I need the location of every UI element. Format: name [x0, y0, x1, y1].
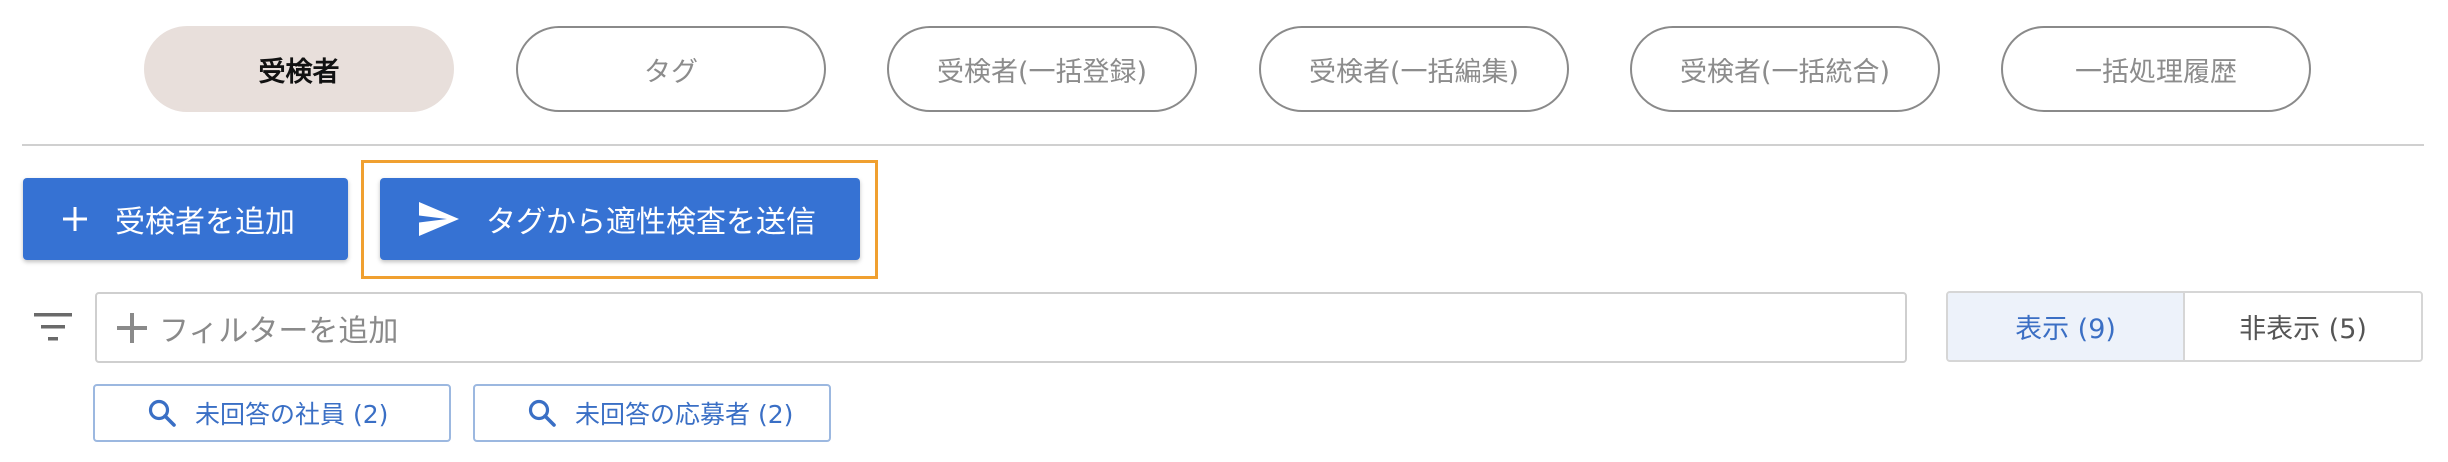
show-visible-button[interactable]: 表示 (9): [1948, 293, 2185, 360]
quick-filter-unanswered-employees[interactable]: 未回答の社員 (2): [93, 384, 451, 442]
quick-filter-label: 未回答の応募者 (2): [575, 400, 794, 429]
filter-input[interactable]: フィルターを追加: [95, 292, 1907, 363]
filter-placeholder: フィルターを追加: [159, 313, 399, 349]
plus-icon: [115, 311, 149, 345]
add-examinee-label: 受検者を追加: [115, 205, 295, 240]
filter-icon[interactable]: [34, 310, 74, 344]
tab-bulk-history[interactable]: 一括処理履歴: [2001, 26, 2311, 112]
tab-bulk-edit[interactable]: 受検者(一括編集): [1259, 26, 1569, 112]
tab-tags[interactable]: タグ: [516, 26, 826, 112]
search-icon: [147, 398, 177, 428]
show-hidden-button[interactable]: 非表示 (5): [2185, 293, 2421, 360]
send-aptitude-test-button[interactable]: タグから適性検査を送信: [380, 178, 860, 260]
plus-icon: [61, 205, 89, 233]
tab-examinees[interactable]: 受検者: [144, 26, 454, 112]
tab-bulk-merge[interactable]: 受検者(一括統合): [1630, 26, 1940, 112]
add-examinee-button[interactable]: 受検者を追加: [23, 178, 348, 260]
quick-filter-unanswered-applicants[interactable]: 未回答の応募者 (2): [473, 384, 831, 442]
search-icon: [527, 398, 557, 428]
divider: [22, 144, 2424, 146]
send-aptitude-test-label: タグから適性検査を送信: [486, 205, 816, 240]
tab-bulk-register[interactable]: 受検者(一括登録): [887, 26, 1197, 112]
tab-bar: 受検者 タグ 受検者(一括登録) 受検者(一括編集) 受検者(一括統合) 一括処…: [0, 26, 2448, 112]
visibility-toggle: 表示 (9) 非表示 (5): [1946, 291, 2423, 362]
send-icon: [418, 201, 460, 237]
quick-filter-label: 未回答の社員 (2): [195, 400, 389, 429]
